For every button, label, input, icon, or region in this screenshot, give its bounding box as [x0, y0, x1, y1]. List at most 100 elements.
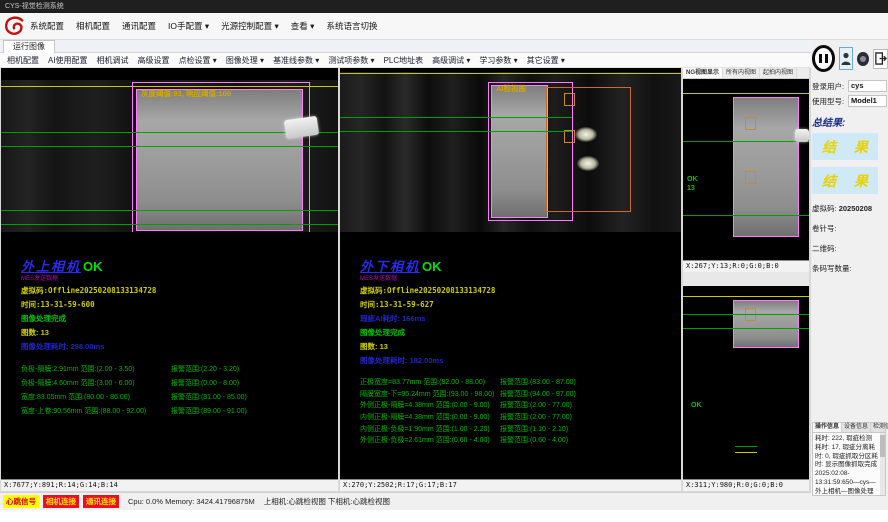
info-log-text[interactable]: 耗时: 222, 瑕疵检测耗时: 17, 瑕疵分离耗时: 0, 瑕疵抓取分区耗时… [812, 432, 886, 496]
result-block-lower: 外下相机OK MES发送数据 虚拟码:Offline20250208133134… [360, 256, 678, 447]
login-user-row: 登录用户: cys [812, 80, 887, 92]
ng-view-1[interactable]: OK 13 [683, 79, 809, 260]
info-tab[interactable]: 检测信息 [871, 423, 888, 432]
virtual-code-row: 虚拟码: 20250208 [812, 203, 887, 214]
camera-image-upper[interactable]: 灰度阈值:93, 响应阈值:100 [1, 80, 338, 232]
battery-cell-image [733, 300, 799, 348]
result-box-1: 结 果 [812, 133, 878, 160]
info-tab[interactable]: 设备信息 [842, 423, 871, 432]
process-done-line: 图像处理完成 [360, 327, 678, 338]
menu-item[interactable]: 查看 ▾ [291, 20, 315, 32]
alarm-range: 报警范围:(2.20 - 3.20) [171, 363, 239, 377]
ng-view-tab[interactable]: NG视图显示 [683, 68, 723, 78]
ai-defect-box [745, 117, 756, 130]
tab-connector-image [284, 116, 319, 139]
alarm-range: 报警范围:(2.00 - 77.00) [500, 400, 572, 412]
ng-view2-text: OK [691, 402, 702, 410]
pixel-coords-ng2: X:311;Y:980;R:0;G:0;B:0 [683, 479, 809, 491]
tab-run-image[interactable]: 运行图像 [3, 40, 55, 53]
logout-icon [874, 52, 887, 65]
toolbar-item[interactable]: 高级调试 ▾ [432, 55, 470, 66]
pixel-coords-upper: X:7677;Y:891;R:14;G:14;B:14 [1, 479, 338, 491]
qr-label: 二维码: [812, 244, 837, 253]
window-title: CYS-视觉检测系统 [5, 3, 64, 10]
measurement-value: 宽度-上卷:90.56mm 范围:(88.00 - 92.00) [21, 405, 171, 419]
ng-view1-text: 13 [687, 185, 695, 193]
toolbar-item[interactable]: 高级设置 [138, 55, 170, 66]
toolbar-item[interactable]: 测试项参数 ▾ [328, 55, 374, 66]
toolbar-item[interactable]: 基准线参数 ▾ [273, 55, 319, 66]
toolbar-item[interactable]: 其它设置 ▾ [527, 55, 565, 66]
info-scrollbar[interactable] [880, 433, 885, 495]
ok-status-label: OK [422, 259, 442, 274]
content-area: 灰度阈值:93, 响应阈值:100 外上相机OK MES发送数据 虚拟码:Off… [0, 68, 888, 492]
camera-view-lower: AI检视图 外下相机OK MES发送数据 虚拟码:Offline20250208… [340, 68, 681, 491]
toolbar-item[interactable]: 学习参数 ▾ [479, 55, 517, 66]
green-guide-line [683, 141, 809, 142]
ng-view-tab[interactable]: 起拍内视图 [760, 68, 797, 78]
toolbar-item[interactable]: 图像处理 ▾ [226, 55, 264, 66]
pause-button[interactable] [812, 45, 835, 72]
alarm-range: 报警范围:(2.00 - 77.00) [500, 412, 572, 424]
yellow-guide-line [683, 296, 809, 297]
measurement-row: 宽度:83.05mm 范围:(80.00 - 86.00)报警范围:(81.00… [21, 391, 335, 405]
measurement-value: 内侧正极-隔膜=4.38mm 范围:(0.00 - 9.00) [360, 412, 500, 424]
result-title: 外上相机OK [21, 256, 335, 273]
side-panel: 登录用户: cys 使用型号: Model1 总结果: 结 果 结 果 虚拟码:… [811, 40, 888, 510]
alarm-range: 报警范围:(83.00 - 87.00) [500, 377, 576, 389]
exit-button[interactable] [873, 49, 888, 69]
toolbar-item[interactable]: 相机调试 [97, 55, 129, 66]
yellow-guide-line [340, 73, 681, 74]
measurement-row: 外侧正极-负极=2.61mm 范围:(0.60 - 4.00)报警范围:(0.6… [360, 435, 678, 447]
ng-view-tab[interactable]: 所有内视图 [723, 68, 760, 78]
toolbar-item[interactable]: 点检设置 ▾ [179, 55, 217, 66]
menu-item[interactable]: 光源控制配置 ▾ [221, 20, 279, 32]
alarm-range: 报警范围:(89.00 - 91.00) [171, 405, 247, 419]
camera-status-text: 上相机:心跳检视图 下相机:心跳检视图 [264, 496, 390, 507]
process-time-line: 图像处理耗时: 298.00ms [21, 341, 335, 352]
time-line: 时间:13-31-59-600 [21, 299, 335, 310]
heartbeat-badge: 心跳信号 [3, 495, 39, 508]
settings-button[interactable] [857, 52, 869, 66]
login-user-field[interactable]: cys [848, 80, 887, 92]
gear-icon [860, 56, 866, 62]
menu-item[interactable]: IO手配置 ▾ [168, 20, 209, 32]
barcode-line: 虚拟码:Offline20250208133134728 [21, 285, 335, 296]
measurement-value: 宽度:83.05mm 范围:(80.00 - 86.00) [21, 391, 171, 405]
comm-connect-badge: 通讯连接 [83, 495, 119, 508]
green-guide-line [340, 131, 572, 132]
qr-row: 二维码: [812, 243, 887, 254]
green-guide-line [735, 446, 757, 447]
menu-item[interactable]: 相机配置 [76, 20, 110, 32]
time-line: 时间:13-31-59-627 [360, 299, 678, 310]
measurement-value: 外侧正极-负极=2.61mm 范围:(0.60 - 4.00) [360, 435, 500, 447]
battery-cell-image [733, 97, 799, 237]
user-icon [841, 52, 851, 66]
camera-view-upper: 灰度阈值:93, 响应阈值:100 外上相机OK MES发送数据 虚拟码:Off… [1, 68, 338, 491]
model-field[interactable]: Model1 [848, 95, 887, 107]
camera-image-lower[interactable]: AI检视图 [340, 72, 681, 232]
camera-name-label: 外上相机 [21, 259, 81, 274]
needle-row: 卷针号: [812, 223, 887, 234]
green-guide-line [1, 224, 338, 225]
toolbar-item[interactable]: 相机配置 [7, 55, 39, 66]
camera-name-label: 外下相机 [360, 259, 420, 274]
menu-item[interactable]: 系统语言切换 [326, 20, 377, 32]
yellow-guide-line [683, 93, 809, 94]
measurement-row: 内侧正极-隔膜=4.38mm 范围:(0.00 - 9.00)报警范围:(2.0… [360, 412, 678, 424]
green-guide-line [683, 215, 809, 216]
write-count-label: 条码写数量: [812, 264, 852, 273]
menu-item[interactable]: 通讯配置 [122, 20, 156, 32]
toolbar-item[interactable]: AI使用配置 [48, 55, 88, 66]
user-button[interactable] [839, 47, 853, 70]
menu-item[interactable]: 系统配置 [30, 20, 64, 32]
process-done-line: 图像处理完成 [21, 313, 335, 324]
toolbar-item[interactable]: PLC地址表 [384, 55, 424, 66]
info-tab[interactable]: 操作信息 [813, 423, 842, 432]
green-guide-line [1, 146, 338, 147]
process-time-line: 图像处理耗时: 182.00ms [360, 355, 678, 366]
mes-status-line: MES发送数据 [360, 273, 678, 282]
measurement-value: 正极宽度=83.77mm 范围:(82.00 - 88.00) [360, 377, 500, 389]
result-block-upper: 外上相机OK MES发送数据 虚拟码:Offline20250208133134… [21, 256, 335, 419]
ng-view-2[interactable]: OK [683, 286, 809, 479]
